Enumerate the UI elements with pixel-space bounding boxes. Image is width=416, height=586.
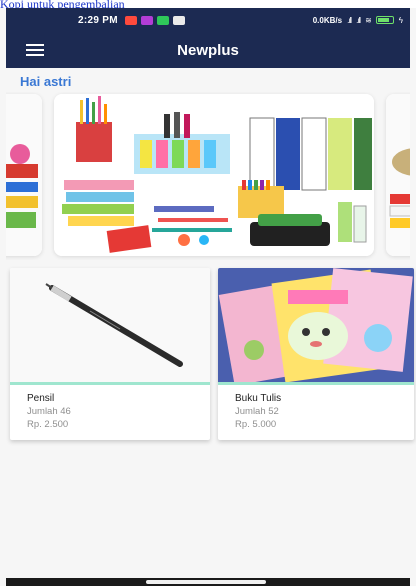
pencil-image xyxy=(10,268,210,382)
stationery-banner-image xyxy=(6,94,42,256)
product-name: Pensil xyxy=(27,393,55,404)
home-indicator[interactable] xyxy=(146,580,266,584)
product-quantity: Jumlah 46 xyxy=(27,406,71,417)
notification-app-icon xyxy=(140,15,153,25)
signal-icon: .ıll xyxy=(356,15,361,25)
app-title: Newplus xyxy=(177,41,239,59)
status-indicators: 0.0KB/s .ıll .ıll ≋ ϟ xyxy=(312,15,403,25)
banner-slide-previous[interactable] xyxy=(6,94,42,256)
notification-app-icon xyxy=(156,15,169,25)
product-card-buku-tulis[interactable]: Buku Tulis Jumlah 52 Rp. 5.000 xyxy=(218,268,414,440)
banner-carousel[interactable] xyxy=(6,92,410,260)
network-speed: 0.0KB/s xyxy=(312,15,343,25)
product-grid: Pensil Jumlah 46 Rp. 2.500 Buku Tulis Ju… xyxy=(6,268,414,444)
product-name: Buku Tulis xyxy=(235,393,282,404)
product-price: Rp. 5.000 xyxy=(235,419,277,430)
hamburger-menu-icon[interactable] xyxy=(26,44,44,56)
stationery-banner-image xyxy=(386,94,410,256)
banner-slide-next[interactable] xyxy=(386,94,410,256)
top-link[interactable]: Kopi untuk pengembalian xyxy=(0,0,416,8)
notebook-image xyxy=(218,268,414,382)
greeting-text: Hai astri xyxy=(20,74,72,89)
system-navigation-bar xyxy=(6,578,410,586)
status-bar: 2:29 PM 0.0KB/s .ıll .ıll ≋ ϟ xyxy=(6,8,410,32)
app-bar: Newplus xyxy=(6,32,410,68)
product-image xyxy=(218,268,414,382)
notification-app-icon xyxy=(172,15,185,25)
product-price: Rp. 2.500 xyxy=(27,419,69,430)
signal-icon: .ıll xyxy=(347,15,352,25)
product-card-pensil[interactable]: Pensil Jumlah 46 Rp. 2.500 xyxy=(10,268,210,440)
notification-icons xyxy=(124,15,185,25)
wifi-icon: ≋ xyxy=(365,15,372,25)
product-image xyxy=(10,268,210,382)
product-quantity: Jumlah 52 xyxy=(235,406,279,417)
charging-icon: ϟ xyxy=(398,15,403,25)
notification-app-icon xyxy=(124,15,137,25)
battery-icon xyxy=(375,16,394,24)
status-time: 2:29 PM xyxy=(78,14,118,26)
banner-slide-current[interactable] xyxy=(54,94,374,256)
stationery-banner-image xyxy=(54,94,374,256)
